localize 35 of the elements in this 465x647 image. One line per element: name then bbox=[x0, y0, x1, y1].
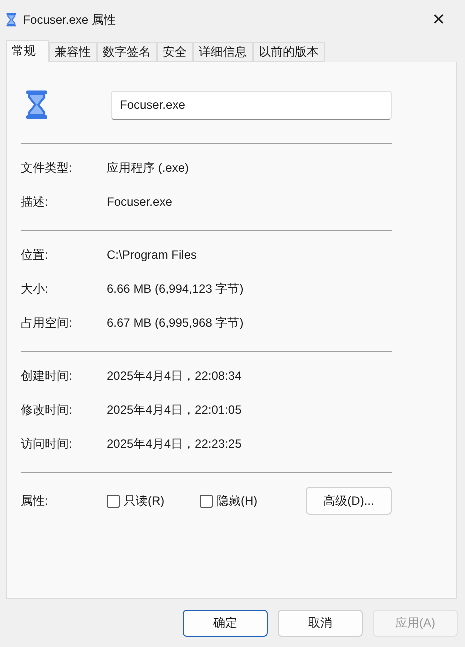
tab[interactable]: 兼容性 bbox=[49, 42, 97, 62]
file-name-field[interactable]: Focuser.exe bbox=[111, 90, 392, 120]
close-button[interactable]: ✕ bbox=[419, 2, 459, 38]
field-label: 文件类型: bbox=[21, 160, 74, 176]
field-label: 创建时间: bbox=[21, 368, 74, 384]
tab[interactable]: 数字签名 bbox=[97, 42, 157, 62]
field-value: 2025年4月4日，22:23:25 bbox=[107, 436, 242, 452]
window-title: Focuser.exe 属性 bbox=[23, 12, 117, 28]
field-value: 应用程序 (.exe) bbox=[107, 160, 190, 176]
field-value: 2025年4月4日，22:08:34 bbox=[107, 368, 242, 384]
field-value: C:\Program Files bbox=[107, 248, 198, 262]
field-value: 6.66 MB (6,994,123 字节) bbox=[107, 280, 244, 298]
hourglass-icon bbox=[6, 13, 18, 27]
advanced-button[interactable]: 高级(D)... bbox=[306, 487, 392, 515]
field-value: 6.67 MB (6,995,968 字节) bbox=[107, 314, 244, 332]
field-label: 大小: bbox=[21, 280, 50, 298]
tab[interactable]: 以前的版本 bbox=[253, 42, 325, 62]
tab[interactable]: 详细信息 bbox=[193, 42, 253, 62]
field-value: 2025年4月4日，22:01:05 bbox=[107, 402, 242, 418]
field-label: 访问时间: bbox=[21, 436, 74, 452]
checkbox[interactable] bbox=[107, 494, 120, 508]
checkbox-label: 只读(R) bbox=[124, 492, 165, 510]
dialog-button[interactable]: 取消 bbox=[278, 610, 363, 637]
field-label: 描述: bbox=[21, 194, 50, 210]
field-label: 属性: bbox=[21, 492, 50, 510]
checkbox-label: 隐藏(H) bbox=[217, 492, 258, 510]
checkbox[interactable] bbox=[200, 494, 213, 508]
field-label: 位置: bbox=[21, 246, 50, 264]
hourglass-icon bbox=[25, 90, 49, 120]
dialog-button[interactable]: 确定 bbox=[183, 610, 268, 637]
field-value: Focuser.exe bbox=[107, 195, 172, 209]
tab[interactable]: 安全 bbox=[157, 42, 193, 62]
field-label: 占用空间: bbox=[21, 314, 74, 332]
tab[interactable]: 常规 bbox=[6, 40, 49, 62]
field-label: 修改时间: bbox=[21, 402, 74, 418]
